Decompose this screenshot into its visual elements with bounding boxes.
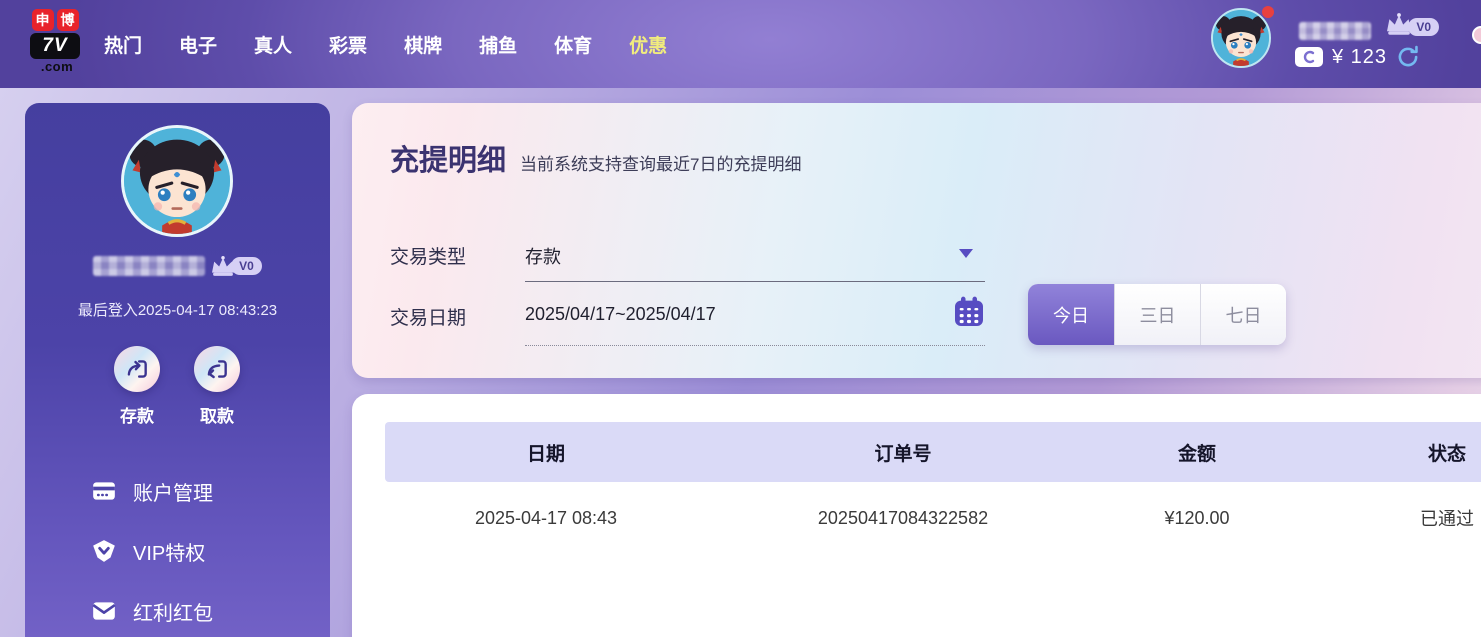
- col-amount: 金额: [1099, 422, 1295, 482]
- page: 申 博 7V .com 热门 电子 真人 彩票 棋牌 捕鱼 体育 优惠: [0, 0, 1481, 637]
- red-packet-icon: [91, 598, 117, 624]
- main-nav: 热门 电子 真人 彩票 棋牌 捕鱼 体育 优惠: [104, 0, 667, 88]
- sidebar-username-masked: [93, 256, 205, 276]
- last-login-text: 最后登入2025-04-17 08:43:23: [25, 299, 330, 320]
- sidebar-user-row: V0: [25, 255, 330, 277]
- account-card-icon: [91, 478, 117, 504]
- nav-item-sports[interactable]: 体育: [554, 31, 592, 58]
- txn-type-label: 交易类型: [390, 242, 466, 269]
- withdraw-label: 取款: [177, 402, 257, 427]
- nav-item-fishing[interactable]: 捕鱼: [479, 31, 517, 58]
- range-today-button[interactable]: 今日: [1028, 284, 1114, 345]
- panel-header: 充提明细 当前系统支持查询最近7日的充提明细: [390, 137, 801, 179]
- header-avatar[interactable]: [1211, 8, 1271, 68]
- range-7days-button[interactable]: 七日: [1200, 284, 1286, 345]
- wallet-icon: [1294, 46, 1324, 68]
- cell-date: 2025-04-17 08:43: [385, 482, 707, 554]
- withdraw-button[interactable]: 取款: [177, 346, 257, 427]
- col-date: 日期: [385, 422, 707, 482]
- nav-item-promo[interactable]: 优惠: [629, 31, 667, 58]
- deposit-button[interactable]: 存款: [97, 346, 177, 427]
- txn-date-underline: [525, 345, 985, 346]
- range-3days-button[interactable]: 三日: [1114, 284, 1200, 345]
- sidebar-item-vip[interactable]: VIP特权: [25, 521, 330, 581]
- txn-date-range[interactable]: 2025/04/17~2025/04/17: [525, 304, 716, 325]
- sidebar-item-label: VIP特权: [133, 537, 205, 566]
- deposit-label: 存款: [97, 402, 177, 427]
- col-status: 状态: [1295, 422, 1481, 482]
- filter-panel: 充提明细 当前系统支持查询最近7日的充提明细 交易类型 存款 交易日期 2025…: [352, 103, 1481, 378]
- nav-item-lottery[interactable]: 彩票: [329, 31, 367, 58]
- vip-shield-icon: [91, 538, 117, 564]
- withdraw-icon: [194, 346, 240, 392]
- date-range-buttons: 今日 三日 七日: [1028, 284, 1286, 345]
- refresh-icon[interactable]: [1395, 44, 1421, 70]
- vip-badge: V0: [1408, 18, 1439, 36]
- sidebar-item-redpacket[interactable]: 红利红包: [25, 581, 330, 637]
- logo-domain-text: .com: [30, 59, 84, 74]
- chevron-down-icon[interactable]: [959, 249, 973, 258]
- vip-badge: V0: [231, 257, 262, 275]
- top-navbar: 申 博 7V .com 热门 电子 真人 彩票 棋牌 捕鱼 体育 优惠: [0, 0, 1481, 88]
- header-balance: ¥ 123: [1294, 44, 1421, 70]
- avatar-illustration: [124, 128, 230, 234]
- page-subtitle: 当前系统支持查询最近7日的充提明细: [520, 150, 801, 175]
- header-vip-level[interactable]: V0: [1384, 12, 1439, 36]
- transactions-table: 日期 订单号 金额 状态 2025-04-17 08:43 2025041708…: [385, 422, 1481, 554]
- header-username-masked: [1299, 22, 1371, 40]
- calendar-icon[interactable]: [953, 295, 985, 329]
- avatar-illustration: [1213, 10, 1269, 66]
- txn-type-select[interactable]: 存款: [525, 243, 561, 269]
- txn-type-underline: [525, 281, 985, 282]
- deposit-icon: [114, 346, 160, 392]
- records-panel: 日期 订单号 金额 状态 2025-04-17 08:43 2025041708…: [352, 394, 1481, 637]
- site-logo[interactable]: 申 博 7V .com: [26, 9, 84, 74]
- page-title: 充提明细: [390, 137, 506, 179]
- table-row: 2025-04-17 08:43 20250417084322582 ¥120.…: [385, 482, 1481, 554]
- nav-item-board[interactable]: 棋牌: [404, 31, 442, 58]
- cell-amount: ¥120.00: [1099, 482, 1295, 554]
- logo-badge-right: 博: [57, 9, 79, 31]
- sidebar-item-account[interactable]: 账户管理: [25, 461, 330, 521]
- col-order-no: 订单号: [707, 422, 1099, 482]
- sidebar-item-label: 红利红包: [133, 597, 213, 626]
- nav-item-live[interactable]: 真人: [254, 31, 292, 58]
- logo-badge-left: 申: [32, 9, 54, 31]
- table-header-row: 日期 订单号 金额 状态: [385, 422, 1481, 482]
- txn-date-label: 交易日期: [390, 303, 466, 330]
- sidebar-menu: 账户管理 VIP特权 红利红包: [25, 461, 330, 637]
- balance-amount: ¥ 123: [1332, 46, 1387, 69]
- sidebar-item-label: 账户管理: [133, 477, 213, 506]
- sidebar-avatar: [121, 125, 233, 237]
- notification-dot: [1262, 6, 1274, 18]
- floating-widget-partial[interactable]: [1472, 26, 1481, 44]
- nav-item-hot[interactable]: 热门: [104, 31, 142, 58]
- cell-status: 已通过: [1295, 482, 1481, 554]
- cell-order-no: 20250417084322582: [707, 482, 1099, 554]
- sidebar: V0 最后登入2025-04-17 08:43:23 存款 取: [25, 103, 330, 637]
- nav-item-slots[interactable]: 电子: [179, 31, 217, 58]
- logo-main-text: 7V: [30, 33, 80, 59]
